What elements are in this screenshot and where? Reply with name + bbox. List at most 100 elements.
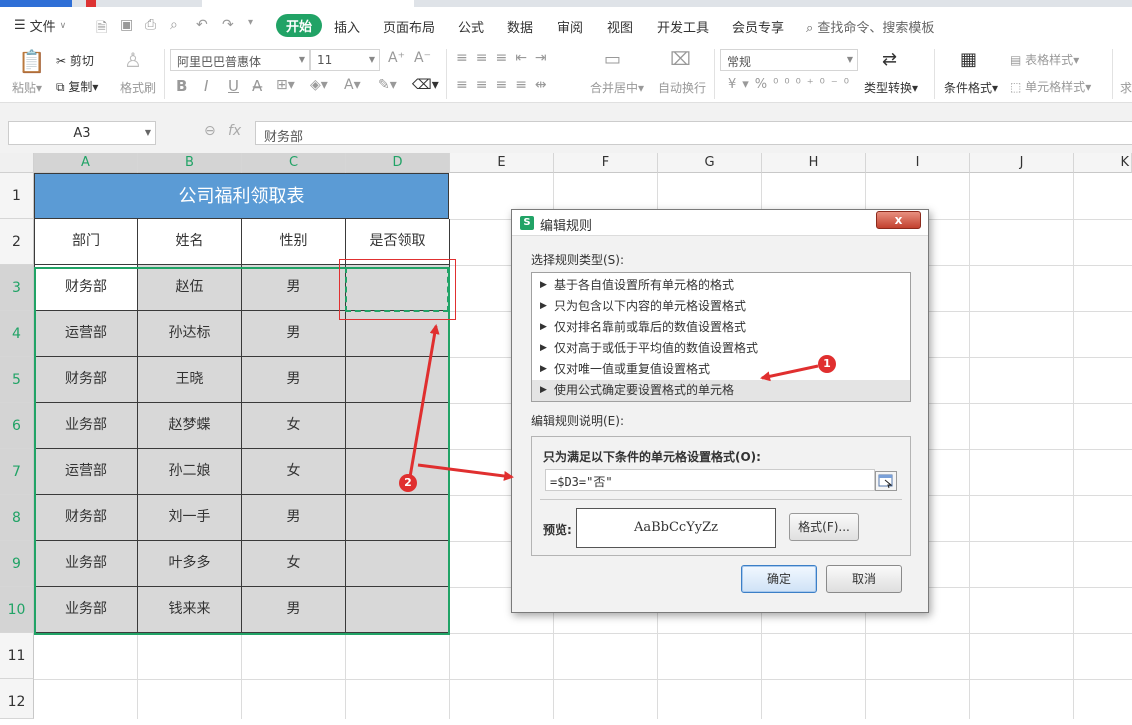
cell-gender[interactable]: 男 (242, 265, 346, 311)
convert-icon[interactable]: ⇄ (882, 49, 897, 70)
row-header-9[interactable]: 9 (0, 541, 34, 587)
tab-page-layout[interactable]: 页面布局 (383, 17, 435, 36)
cell-gender[interactable]: 男 (242, 311, 346, 357)
column-header-g[interactable]: G (658, 153, 762, 173)
file-menu[interactable]: ☰ 文件 ∨ (14, 16, 66, 35)
sum-button[interactable]: 求 (1120, 79, 1132, 96)
cell-style-button[interactable]: ⬚ 单元格样式▾ (1010, 78, 1091, 95)
number-format-icons[interactable]: ¥▾%⁰⁰⁰⁺⁰⁻⁰ (728, 77, 855, 92)
tab-data[interactable]: 数据 (507, 17, 533, 36)
row-header-1[interactable]: 1 (0, 173, 34, 219)
rule-type-item[interactable]: ▶ 基于各自值设置所有单元格的格式 (532, 275, 910, 296)
tab-insert[interactable]: 插入 (334, 17, 360, 36)
format-painter-button[interactable]: 格式刷 (120, 79, 156, 96)
italic-icon[interactable]: I (204, 77, 208, 95)
cell-department[interactable]: 业务部 (34, 587, 138, 633)
print-preview-icon[interactable]: ⌕ (170, 17, 178, 33)
cell-received[interactable] (346, 357, 450, 403)
cell-department[interactable]: 运营部 (34, 449, 138, 495)
rule-type-item[interactable]: ▶ 仅对排名靠前或靠后的数值设置格式 (532, 317, 910, 338)
cell-department[interactable]: 财务部 (34, 495, 138, 541)
dialog-title-bar[interactable]: S 编辑规则 (512, 210, 928, 236)
row-header-2[interactable]: 2 (0, 219, 34, 265)
dialog-close-button[interactable]: x (876, 211, 921, 229)
brush-icon[interactable]: ♙ (124, 48, 142, 72)
row-header-5[interactable]: 5 (0, 357, 34, 403)
column-header-d[interactable]: D (346, 153, 450, 173)
paste-button[interactable]: 粘贴▾ (12, 79, 42, 96)
cell-gender[interactable]: 女 (242, 403, 346, 449)
cell-gender[interactable]: 男 (242, 495, 346, 541)
formula-input[interactable]: 财务部 (255, 121, 1132, 145)
cell-name[interactable]: 钱来来 (138, 587, 242, 633)
cell-name[interactable]: 叶多多 (138, 541, 242, 587)
cancel-button[interactable]: 取消 (826, 565, 902, 593)
conditional-format-icon[interactable]: ▦ (960, 49, 977, 70)
cell-received[interactable] (346, 403, 450, 449)
align-top-icons[interactable]: ≡≡≡⇤⇥ (456, 50, 555, 66)
cell-received[interactable] (346, 495, 450, 541)
cell-department[interactable]: 业务部 (34, 541, 138, 587)
eraser-icon[interactable]: ⌫▾ (412, 77, 439, 93)
rule-type-item[interactable]: ▶ 仅对唯一值或重复值设置格式 (532, 359, 910, 380)
wrap-text-button[interactable]: 自动换行 (658, 79, 706, 96)
paste-icon[interactable]: 📋 (18, 50, 45, 75)
tab-home[interactable]: 开始 (276, 14, 323, 37)
conditional-format-button[interactable]: 条件格式▾ (944, 79, 998, 96)
select-all-corner[interactable] (0, 153, 34, 173)
cell-gender[interactable]: 女 (242, 541, 346, 587)
column-header-j[interactable]: J (970, 153, 1074, 173)
column-header-e[interactable]: E (450, 153, 554, 173)
align-horizontal-icons[interactable]: ≡≡≡≡⇹ (456, 77, 555, 93)
tab-indicator-active-doc[interactable] (202, 0, 414, 7)
cell-name[interactable]: 赵梦蝶 (138, 403, 242, 449)
save-icon[interactable]: 🗎 (96, 17, 107, 41)
cell-received[interactable] (346, 311, 450, 357)
table-title[interactable]: 公司福利领取表 (34, 173, 449, 219)
tab-indicator-home[interactable] (0, 0, 72, 7)
row-header-8[interactable]: 8 (0, 495, 34, 541)
fx-icon[interactable]: fx (228, 123, 241, 139)
row-header-10[interactable]: 10 (0, 587, 34, 633)
cell-name[interactable]: 刘一手 (138, 495, 242, 541)
tab-member[interactable]: 会员专享 (732, 17, 784, 36)
merge-center-button[interactable]: 合并居中▾ (590, 79, 644, 96)
column-header-a[interactable]: A (34, 153, 138, 173)
number-format-select[interactable]: 常规 ▼ (720, 49, 858, 71)
type-convert-button[interactable]: 类型转换▾ (864, 79, 918, 96)
rule-type-item-selected[interactable]: ▶ 使用公式确定要设置格式的单元格 (532, 380, 910, 401)
header-name[interactable]: 姓名 (138, 219, 242, 265)
copy-button[interactable]: ⧉ 复制▾ (56, 78, 98, 95)
cell-received[interactable] (346, 265, 450, 311)
row-header-3[interactable]: 3 (0, 265, 34, 311)
font-size-select[interactable]: 11 ▼ (310, 49, 380, 71)
print-icon[interactable]: ⎙ (145, 17, 156, 33)
row-header-6[interactable]: 6 (0, 403, 34, 449)
font-name-select[interactable]: 阿里巴巴普惠体 ▼ (170, 49, 310, 71)
undo-icon[interactable]: ↶ (196, 17, 208, 33)
strikethrough-icon[interactable]: A̶ (252, 77, 262, 95)
rule-type-list[interactable]: ▶ 基于各自值设置所有单元格的格式 ▶ 只为包含以下内容的单元格设置格式 ▶ 仅对排名… (531, 272, 911, 402)
merge-icon[interactable]: ▭ (604, 49, 621, 70)
cell-name[interactable]: 赵伍 (138, 265, 242, 311)
range-select-button[interactable] (875, 471, 897, 491)
rule-type-item[interactable]: ▶ 只为包含以下内容的单元格设置格式 (532, 296, 910, 317)
highlight-icon[interactable]: ✎▾ (378, 77, 397, 93)
row-header-7[interactable]: 7 (0, 449, 34, 495)
tab-developer[interactable]: 开发工具 (657, 17, 709, 36)
decrease-font-icon[interactable]: A⁻ (414, 50, 431, 66)
formula-field[interactable]: =$D3="否" (545, 469, 875, 491)
column-header-k[interactable]: K (1074, 153, 1132, 173)
fill-color-icon[interactable]: ◈▾ (310, 77, 328, 93)
cell-department[interactable]: 财务部 (34, 357, 138, 403)
underline-icon[interactable]: U (228, 77, 239, 95)
cell-gender[interactable]: 女 (242, 449, 346, 495)
border-icon[interactable]: ⊞▾ (276, 77, 295, 93)
row-header-12[interactable]: 12 (0, 679, 34, 719)
cell-received[interactable] (346, 587, 450, 633)
rule-type-item[interactable]: ▶ 仅对高于或低于平均值的数值设置格式 (532, 338, 910, 359)
cell-name[interactable]: 孙达标 (138, 311, 242, 357)
format-button[interactable]: 格式(F)... (789, 513, 859, 541)
export-icon[interactable]: ▣ (120, 17, 133, 33)
cell-received[interactable] (346, 541, 450, 587)
